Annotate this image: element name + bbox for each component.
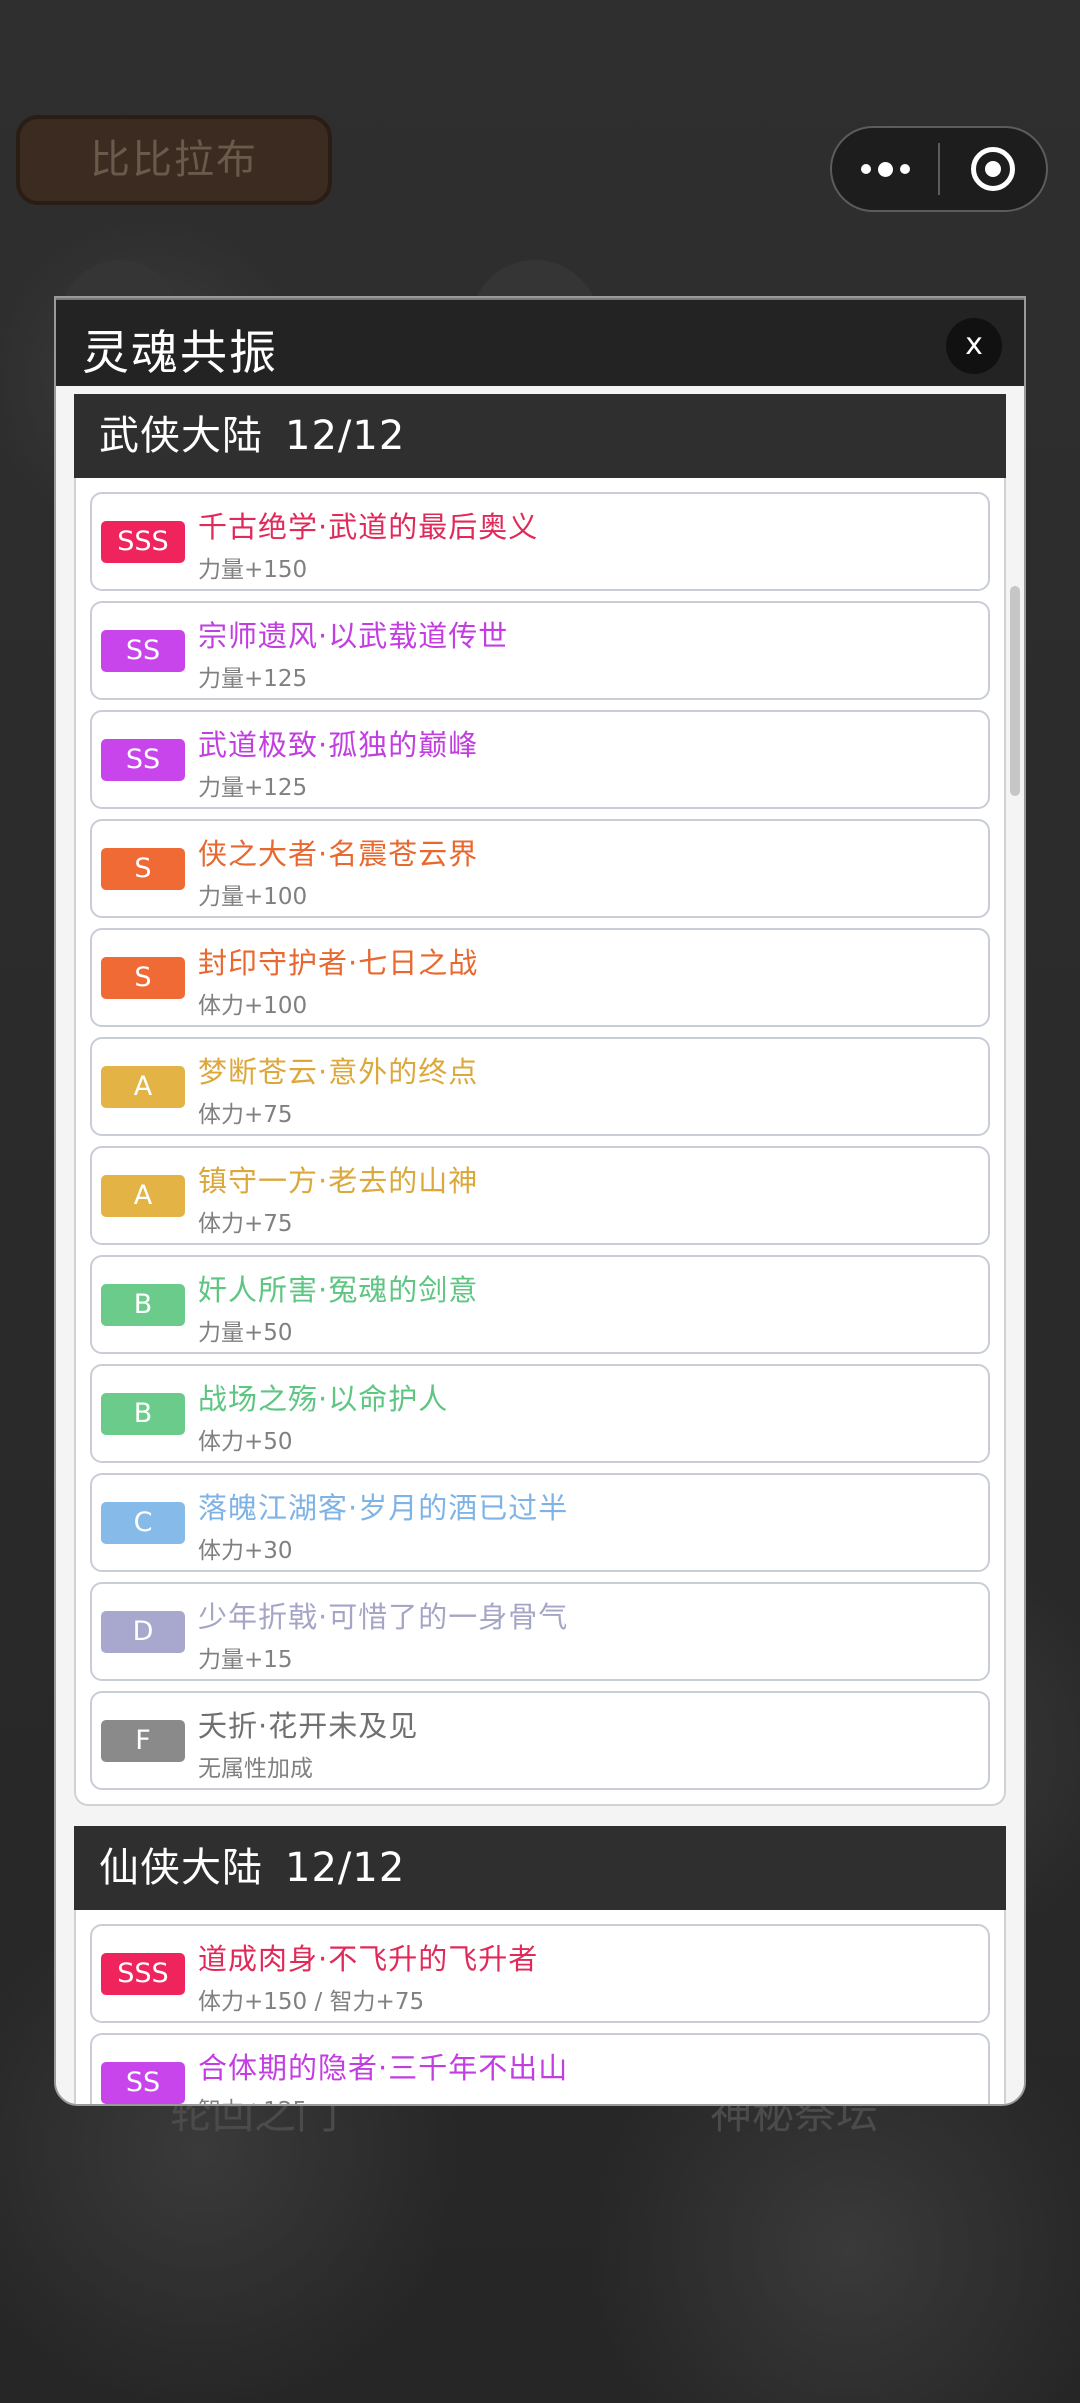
item-effect: 体力+30 (198, 1538, 293, 1564)
resonance-item[interactable]: F 夭折·花开未及见无属性加成 (90, 1691, 990, 1790)
resonance-item[interactable]: SS 宗师遗风·以武载道传世力量+125 (90, 601, 990, 700)
item-effect: 体力+75 (198, 1211, 293, 1237)
item-effect: 无属性加成 (198, 1756, 313, 1782)
item-title: 夭折·花开未及见 (198, 1709, 419, 1743)
group-items: SSS 道成肉身·不飞升的飞升者体力+150 / 智力+75 SS 合体期的隐者·三千… (76, 1910, 1004, 2104)
item-title: 千古绝学·武道的最后奥义 (198, 510, 539, 544)
rank-badge: S (101, 848, 185, 890)
resonance-group: 武侠大陆 12/12 SSS 千古绝学·武道的最后奥义 力量+150 SS 宗师遗风·以武载… (74, 394, 1006, 1806)
rank-badge: A (101, 1175, 185, 1217)
resonance-item[interactable]: SSS 道成肉身·不飞升的飞升者体力+150 / 智力+75 (90, 1924, 990, 2023)
rank-badge: B (101, 1393, 185, 1435)
close-miniprogram-button[interactable] (940, 128, 1046, 210)
rank-badge: B (101, 1284, 185, 1326)
rank-badge: SSS (101, 1953, 185, 1995)
item-effect: 力量+125 (198, 666, 308, 692)
resonance-item[interactable]: S 侠之大者·名震苍云界力量+100 (90, 819, 990, 918)
resonance-item[interactable]: SS 合体期的隐者·三千年不出山智力+125 (90, 2033, 990, 2104)
group-items: SSS 千古绝学·武道的最后奥义 力量+150 SS 宗师遗风·以武载道传世 力量+125… (76, 478, 1004, 1804)
item-title: 镇守一方·老去的山神 (198, 1164, 479, 1198)
item-title: 封印守护者·七日之战 (198, 946, 479, 980)
resonance-item[interactable]: S 封印守护者·七日之战体力+100 (90, 928, 990, 1027)
rank-badge: C (101, 1502, 185, 1544)
resonance-item[interactable]: SS 武道极致·孤独的巅峰力量+125 (90, 710, 990, 809)
rank-badge: SS (101, 630, 185, 672)
scrollbar-thumb[interactable] (1010, 586, 1020, 796)
item-effect: 力量+50 (198, 1320, 293, 1346)
soul-resonance-modal: 灵魂共振 x 武侠大陆 12/12 SSS 千古绝学·武道的最后奥义 力量+150 SS 宗… (54, 296, 1026, 2106)
item-title: 梦断苍云·意外的终点 (198, 1055, 479, 1089)
rank-badge: SSS (101, 521, 185, 563)
item-title: 落魄江湖客·岁月的酒已过半 (198, 1491, 569, 1525)
group-name: 武侠大陆 (99, 413, 263, 459)
item-effect: 力量+15 (198, 1647, 293, 1673)
item-effect: 体力+75 (198, 1102, 293, 1128)
item-effect: 力量+125 (198, 775, 308, 801)
target-circle-icon (970, 147, 1015, 191)
rank-badge: SS (101, 739, 185, 781)
resonance-item[interactable]: A 梦断苍云·意外的终点体力+75 (90, 1037, 990, 1136)
rank-badge: S (101, 957, 185, 999)
item-title: 战场之殇·以命护人 (198, 1382, 449, 1416)
group-count: 12/12 (285, 1845, 406, 1891)
player-name-tag: 比比拉布 (16, 115, 332, 205)
groups-list: 武侠大陆 12/12 SSS 千古绝学·武道的最后奥义 力量+150 SS 宗师遗风·以武载… (56, 386, 1024, 2104)
item-effect: 体力+150 / 智力+75 (198, 1989, 425, 2015)
item-effect: 力量+150 (198, 557, 308, 583)
close-button[interactable]: x (946, 318, 1002, 374)
group-header: 仙侠大陆 12/12 (74, 1826, 1006, 1910)
group-name: 仙侠大陆 (99, 1845, 263, 1891)
resonance-item[interactable]: A 镇守一方·老去的山神体力+75 (90, 1146, 990, 1245)
group-count: 12/12 (285, 413, 406, 459)
modal-header: 灵魂共振 x (56, 298, 1024, 386)
resonance-item[interactable]: B 奸人所害·冤魂的剑意力量+50 (90, 1255, 990, 1354)
item-title: 宗师遗风·以武载道传世 (198, 619, 509, 653)
item-title: 道成肉身·不飞升的飞升者 (198, 1942, 539, 1976)
item-title: 武道极致·孤独的巅峰 (198, 728, 479, 762)
item-effect: 力量+100 (198, 884, 308, 910)
modal-title: 灵魂共振 (82, 326, 278, 381)
rank-badge: A (101, 1066, 185, 1108)
rank-badge: D (101, 1611, 185, 1653)
item-title: 侠之大者·名震苍云界 (198, 837, 479, 871)
rank-badge: SS (101, 2062, 185, 2104)
resonance-item[interactable]: SSS 千古绝学·武道的最后奥义力量+150 (90, 492, 990, 591)
modal-scroll-area[interactable]: 武侠大陆 12/12 SSS 千古绝学·武道的最后奥义 力量+150 SS 宗师遗风·以武载… (56, 386, 1024, 2104)
more-options-button[interactable] (832, 128, 938, 210)
rank-badge: F (101, 1720, 185, 1762)
resonance-item[interactable]: D 少年折戟·可惜了的一身骨气力量+15 (90, 1582, 990, 1681)
item-title: 合体期的隐者·三千年不出山 (198, 2051, 569, 2085)
item-title: 少年折戟·可惜了的一身骨气 (198, 1600, 569, 1634)
item-effect: 体力+100 (198, 993, 308, 1019)
resonance-group: 仙侠大陆 12/12 SSS 道成肉身·不飞升的飞升者 体力+150 / 智力+75 SS… (74, 1826, 1006, 2104)
item-title: 奸人所害·冤魂的剑意 (198, 1273, 479, 1307)
resonance-item[interactable]: C 落魄江湖客·岁月的酒已过半体力+30 (90, 1473, 990, 1572)
more-dots-icon (860, 161, 910, 177)
miniprogram-capsule (830, 126, 1048, 212)
group-header: 武侠大陆 12/12 (74, 394, 1006, 478)
resonance-item[interactable]: B 战场之殇·以命护人体力+50 (90, 1364, 990, 1463)
item-effect: 智力+125 (198, 2091, 307, 2104)
item-effect: 体力+50 (198, 1429, 293, 1455)
